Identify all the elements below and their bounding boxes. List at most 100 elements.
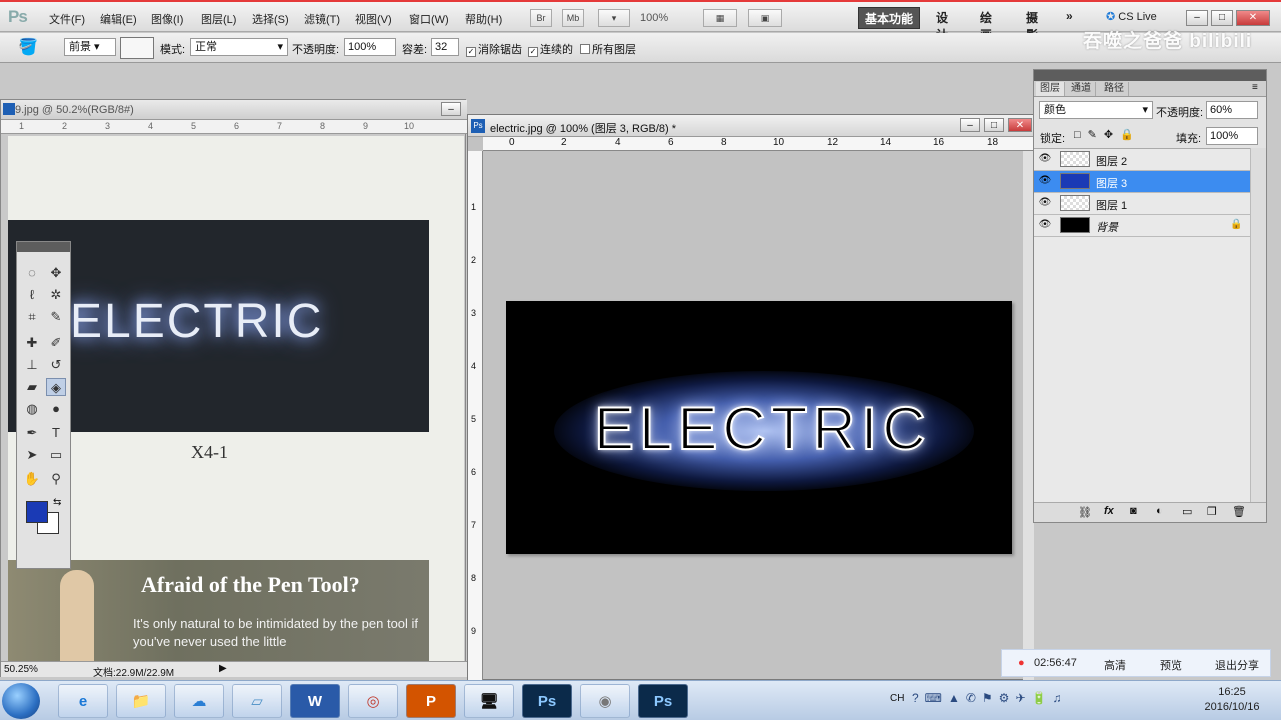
lock-icons[interactable]: □✎✥🔒 (1074, 128, 1141, 141)
pattern-picker[interactable] (120, 37, 154, 59)
path-selection-tool-icon[interactable]: ➤ (22, 446, 42, 464)
layer-row-1[interactable]: 👁 图层 1 (1034, 193, 1250, 215)
quality-button[interactable]: 高清 (1104, 657, 1126, 673)
menu-view[interactable]: 视图(V) (355, 11, 392, 27)
photoshop-active-icon[interactable]: Ps (638, 684, 688, 718)
blend-mode-select[interactable]: 颜色 ▾ (1039, 101, 1153, 119)
exit-share-button[interactable]: 退出分享 (1215, 657, 1259, 673)
lasso-tool-icon[interactable]: ℓ (22, 286, 42, 304)
clock[interactable]: 16:25 2016/10/16 (1200, 685, 1264, 715)
word-icon[interactable]: W (290, 684, 340, 718)
webcam-icon[interactable]: ◉ (580, 684, 630, 718)
eyedropper-tool-icon[interactable]: ✎ (46, 308, 66, 326)
restore-button[interactable]: □ (1211, 10, 1233, 26)
tab-channels[interactable]: 通道 (1067, 82, 1096, 96)
panel-header[interactable] (1034, 70, 1266, 81)
crop-tool-icon[interactable]: ⌗ (22, 308, 42, 326)
layer-row-3-selected[interactable]: 👁 图层 3 (1034, 171, 1250, 193)
pen-tool-icon[interactable]: ✒ (22, 424, 42, 442)
layer-row-background[interactable]: 👁 背景 🔒 (1034, 215, 1250, 237)
document-canvas[interactable]: ELECTRIC X4-1 Afraid of the Pen Tool? It… (8, 136, 464, 663)
mode-select[interactable]: 正常 ▾ (190, 38, 288, 56)
menu-help[interactable]: 帮助(H) (465, 11, 502, 27)
adjustment-icon[interactable]: ◐ (1156, 505, 1163, 517)
electric-canvas[interactable]: ELECTRIC (506, 301, 1012, 554)
status-arrow-icon[interactable]: ▶ (219, 663, 227, 674)
menu-file[interactable]: 文件(F) (49, 11, 85, 27)
hand-tool-icon[interactable]: ✋ (22, 470, 42, 488)
menu-window[interactable]: 窗口(W) (409, 11, 449, 27)
tolerance-input[interactable]: 32 (431, 38, 459, 56)
photoshop-icon[interactable]: Ps (522, 684, 572, 718)
remote-desktop-icon[interactable]: 🖥 (464, 684, 514, 718)
all-layers-checkbox[interactable]: 所有图层 (580, 41, 636, 57)
marquee-tool-icon[interactable]: ◌ (22, 264, 42, 282)
explorer-icon[interactable]: 📁 (116, 684, 166, 718)
document-size-status[interactable]: 文档:22.9M/22.9M (93, 664, 174, 679)
history-brush-tool-icon[interactable]: ↺ (46, 356, 66, 374)
extras-button[interactable]: ▾ (598, 9, 630, 27)
visibility-eye-icon[interactable]: 👁 (1038, 197, 1052, 209)
cloud-drive-icon[interactable]: ☁ (174, 684, 224, 718)
menu-select[interactable]: 选择(S) (252, 11, 289, 27)
fill-source-select[interactable]: 前景 ▾ (64, 38, 116, 56)
fill-input[interactable]: 100% (1206, 127, 1258, 145)
layer-row-2[interactable]: 👁 图层 2 (1034, 149, 1250, 171)
visibility-eye-icon[interactable]: 👁 (1038, 153, 1052, 165)
minimize-button[interactable]: – (1186, 10, 1208, 26)
paint-bucket-tool-icon[interactable]: ◈ (46, 378, 66, 396)
menu-edit[interactable]: 编辑(E) (100, 11, 137, 27)
link-icon[interactable]: ⛓ (1078, 506, 1092, 519)
mask-icon[interactable]: ◙ (1130, 505, 1137, 517)
antialias-checkbox[interactable]: ✓ 消除锯齿 (466, 41, 522, 57)
clone-stamp-tool-icon[interactable]: ⊥ (22, 356, 42, 374)
workspace-essentials[interactable]: 基本功能 (858, 7, 920, 29)
arrange-docs-button[interactable]: ▦ (703, 9, 737, 27)
visibility-eye-icon[interactable]: 👁 (1038, 175, 1052, 187)
ie-icon[interactable]: e (58, 684, 108, 718)
bridge-button[interactable]: Br (530, 9, 552, 27)
menu-layer[interactable]: 图层(L) (201, 11, 236, 27)
app-icon[interactable]: ▱ (232, 684, 282, 718)
start-button[interactable] (2, 683, 40, 719)
group-icon[interactable]: ▭ (1182, 505, 1192, 518)
layer-opacity-input[interactable]: 60% (1206, 101, 1258, 119)
zoom-status[interactable]: 50.25% (4, 664, 38, 675)
tools-panel-header[interactable] (17, 242, 70, 252)
foreground-color-swatch[interactable] (26, 501, 48, 523)
move-tool-icon[interactable]: ✥ (46, 264, 66, 282)
preview-button[interactable]: 预览 (1160, 657, 1182, 673)
panel-menu-icon[interactable]: ≡ (1252, 82, 1258, 93)
blur-tool-icon[interactable]: ◍ (22, 400, 42, 418)
menu-filter[interactable]: 滤镜(T) (304, 11, 340, 27)
dodge-tool-icon[interactable]: ● (46, 400, 66, 418)
healing-brush-tool-icon[interactable]: ✚ (22, 334, 42, 352)
swap-colors-icon[interactable]: ⇆ (53, 497, 61, 508)
doc-close-button[interactable]: ✕ (1008, 118, 1032, 132)
visibility-eye-icon[interactable]: 👁 (1038, 219, 1052, 231)
powerpoint-icon[interactable]: P (406, 684, 456, 718)
doc-minimize-button[interactable]: – (960, 118, 980, 132)
doc-restore-button[interactable]: □ (984, 118, 1004, 132)
zoom-level[interactable]: 100% (640, 12, 668, 24)
layers-scrollbar[interactable] (1250, 148, 1266, 502)
tab-layers[interactable]: 图层 (1036, 82, 1065, 96)
eraser-tool-icon[interactable]: ▰ (22, 378, 42, 396)
type-tool-icon[interactable]: T (46, 424, 66, 442)
cs-live[interactable]: ✪ CS Live (1106, 10, 1157, 23)
document-title-bar[interactable]: Ps electric.jpg @ 100% (图层 3, RGB/8) * –… (468, 115, 1034, 137)
brush-tool-icon[interactable]: ✐ (46, 334, 66, 352)
paint-bucket-tool-icon[interactable]: 🪣 (18, 37, 38, 57)
doc-minimize-button[interactable]: – (441, 102, 461, 116)
fx-icon[interactable]: fx (1104, 505, 1114, 517)
trash-icon[interactable]: 🗑 (1232, 505, 1246, 518)
tab-paths[interactable]: 路径 (1100, 82, 1129, 96)
language-indicator[interactable]: CH (890, 693, 904, 704)
mini-bridge-button[interactable]: Mb (562, 9, 584, 27)
opacity-input[interactable]: 100% (344, 38, 396, 56)
system-tray-icons[interactable]: ?⌨▲✆⚑⚙✈🔋♫ (912, 691, 1067, 705)
shape-tool-icon[interactable]: ▭ (46, 446, 66, 464)
color-app-icon[interactable]: ◎ (348, 684, 398, 718)
document-title-bar[interactable]: 9.jpg @ 50.2%(RGB/8#) – (1, 100, 467, 120)
close-button[interactable]: ✕ (1236, 10, 1270, 26)
